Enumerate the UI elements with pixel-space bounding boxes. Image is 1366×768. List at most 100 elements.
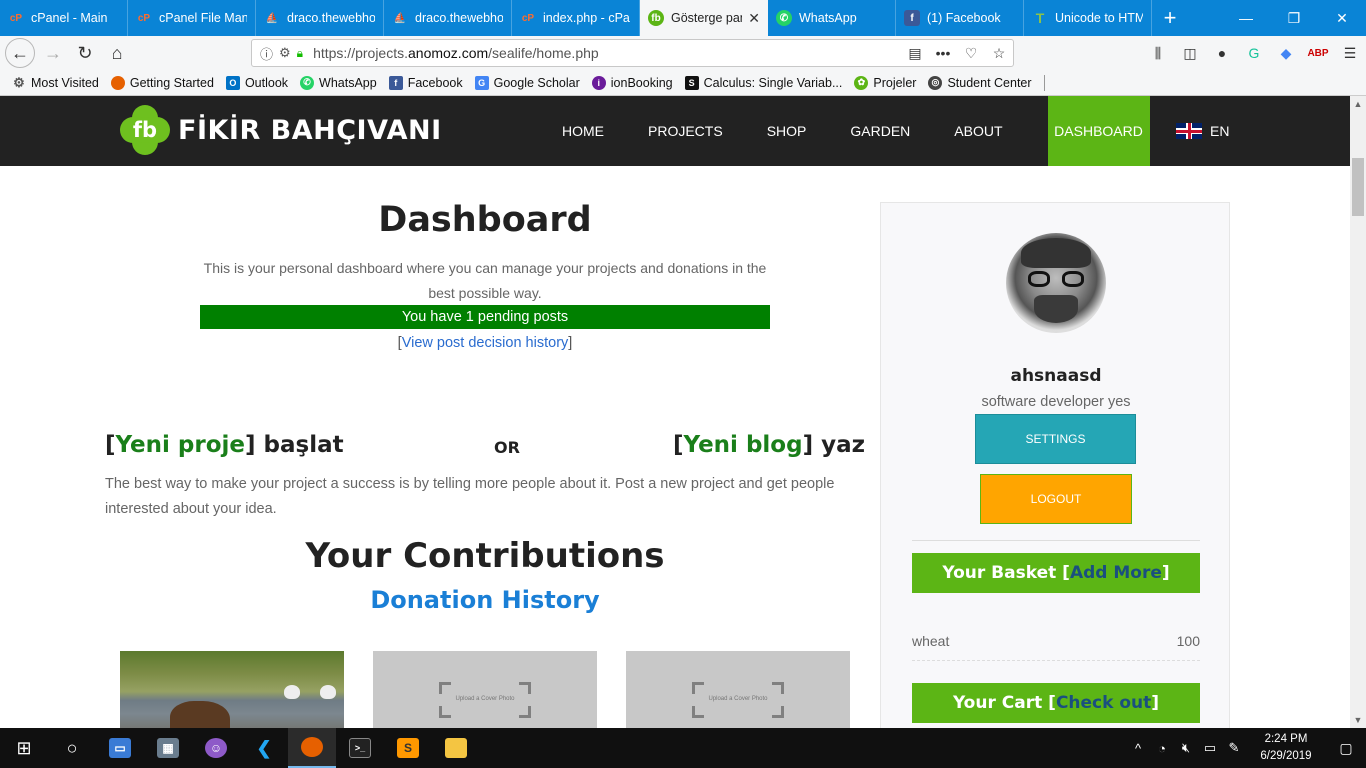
view-post-history-link[interactable]: View post decision history xyxy=(402,335,569,351)
gear-icon: ⚙ xyxy=(13,74,25,90)
check-out-link[interactable]: Check out xyxy=(1056,693,1151,713)
menu-home[interactable]: HOME xyxy=(540,96,626,166)
add-more-link[interactable]: Add More xyxy=(1070,563,1162,583)
photos-icon[interactable]: ▦ xyxy=(144,728,192,768)
close-tab-icon[interactable]: ✕ xyxy=(748,10,760,27)
firefox-taskbar-icon[interactable] xyxy=(288,728,336,768)
vscode-icon[interactable]: ❮ xyxy=(240,728,288,768)
menu-icon[interactable]: ☰ xyxy=(1334,45,1366,62)
windows-start-icon[interactable]: ⊞ xyxy=(0,728,48,768)
info-icon[interactable]: ⓘ xyxy=(260,44,273,63)
menu-shop[interactable]: SHOP xyxy=(745,96,829,166)
forward-arrow-icon[interactable]: → xyxy=(37,37,69,69)
github-desktop-icon[interactable]: ☺ xyxy=(192,728,240,768)
notifications-icon[interactable]: ▢ xyxy=(1326,740,1366,757)
bookmark-outlook[interactable]: O Outlook xyxy=(225,75,288,90)
tray-chevron-icon[interactable]: ^ xyxy=(1126,741,1150,756)
permissions-icon[interactable]: ⚙ xyxy=(279,45,291,61)
donation-history-title[interactable]: Donation History xyxy=(100,586,870,614)
volume-mute-icon[interactable]: 🔇︎ xyxy=(1174,740,1198,756)
scroll-thumb[interactable] xyxy=(1352,158,1364,216)
tab-gosterge-paneli[interactable]: fb Gösterge pan ✕ xyxy=(640,0,768,36)
taskbar-clock[interactable]: 2:24 PM 6/29/2019 xyxy=(1246,731,1326,765)
site-logo[interactable]: fb FİKİR BAHÇIVANI xyxy=(120,105,442,155)
wifi-icon[interactable]: ◔ xyxy=(1150,741,1174,756)
site-header: fb FİKİR BAHÇIVANI HOME PROJECTS SHOP GA… xyxy=(0,96,1350,166)
avatar xyxy=(1006,233,1106,333)
scroll-up-icon[interactable]: ▲ xyxy=(1350,96,1366,112)
donation-card-photo[interactable] xyxy=(120,651,344,728)
page-scrollbar[interactable]: ▲ ▼ xyxy=(1350,96,1366,728)
bookmark-projeler[interactable]: ✿ Projeler xyxy=(854,75,916,90)
back-arrow-icon[interactable]: ← xyxy=(5,38,35,68)
menu-garden[interactable]: GARDEN xyxy=(828,96,932,166)
reader-view-icon[interactable]: ▤ xyxy=(901,45,929,62)
new-project-link[interactable]: Yeni proje xyxy=(116,432,246,458)
minimize-icon[interactable]: — xyxy=(1222,0,1270,36)
url-text[interactable]: https://projects.anomoz.com/sealife/home… xyxy=(313,45,901,61)
window-controls: — ❐ ✕ xyxy=(1222,0,1366,36)
battery-icon[interactable]: ▭ xyxy=(1198,740,1222,756)
sidebar-icon[interactable]: ◫ xyxy=(1174,45,1206,62)
bookmark-star-icon[interactable]: ☆ xyxy=(985,45,1013,62)
menu-dashboard[interactable]: DASHBOARD xyxy=(1047,96,1150,166)
facebook-icon: f xyxy=(904,10,920,26)
tab-draco-2[interactable]: ⛵ draco.thewebho xyxy=(384,0,512,36)
basket-item-row: wheat 100 xyxy=(912,621,1200,661)
home-icon[interactable]: ⌂ xyxy=(101,37,133,69)
pocket-icon[interactable]: ♡ xyxy=(957,45,985,62)
bookmark-calculus[interactable]: S Calculus: Single Variab... xyxy=(684,75,842,90)
tab-draco-1[interactable]: ⛵ draco.thewebho xyxy=(256,0,384,36)
account-icon[interactable]: ● xyxy=(1206,45,1238,61)
menu-projects[interactable]: PROJECTS xyxy=(626,96,745,166)
restore-icon[interactable]: ❐ xyxy=(1270,0,1318,36)
tab-cpanel-main[interactable]: cP cPanel - Main xyxy=(0,0,128,36)
tab-whatsapp[interactable]: ✆ WhatsApp xyxy=(768,0,896,36)
language-label: EN xyxy=(1210,123,1230,139)
donation-card-placeholder[interactable]: Upload a Cover Photo xyxy=(373,651,597,728)
tab-facebook[interactable]: f (1) Facebook xyxy=(896,0,1024,36)
file-explorer-icon[interactable] xyxy=(432,728,480,768)
scholar-extension-icon[interactable]: ◆ xyxy=(1270,45,1302,62)
logout-button[interactable]: LOGOUT xyxy=(980,474,1132,524)
menu-about[interactable]: ABOUT xyxy=(932,96,1024,166)
tab-index-php[interactable]: cP index.php - cPa xyxy=(512,0,640,36)
whatsapp-icon: ✆ xyxy=(300,75,315,90)
library-icon[interactable]: ⫼ xyxy=(1142,45,1174,62)
bookmark-google-scholar[interactable]: G Google Scholar xyxy=(474,75,580,90)
grammarly-icon[interactable]: G xyxy=(1238,45,1270,61)
bear-shape xyxy=(170,701,230,728)
settings-button[interactable]: SETTINGS xyxy=(975,414,1136,464)
toolbar-icons: ⫼ ◫ ● G ◆ ABP ☰ xyxy=(1142,36,1366,70)
cortana-search-icon[interactable]: ○ xyxy=(48,728,96,768)
tab-cpanel-file-manager[interactable]: cP cPanel File Mana xyxy=(128,0,256,36)
tab-unicode-to-html[interactable]: T Unicode to HTM xyxy=(1024,0,1152,36)
bookmark-most-visited[interactable]: ⚙ Most Visited xyxy=(12,74,99,90)
page-actions-icon[interactable]: ••• xyxy=(929,45,957,61)
address-bar[interactable]: ⓘ ⚙ 🔒︎ https://projects.anomoz.com/seali… xyxy=(251,39,1014,67)
new-tab-button[interactable]: + xyxy=(1152,0,1188,36)
bookmark-facebook[interactable]: f Facebook xyxy=(388,75,463,90)
scroll-down-icon[interactable]: ▼ xyxy=(1350,712,1366,728)
firefox-icon xyxy=(110,75,125,90)
avatar-hair xyxy=(1021,238,1091,268)
terminal-icon[interactable]: >_ xyxy=(336,728,384,768)
tab-title: Unicode to HTM xyxy=(1055,11,1143,25)
reload-icon[interactable]: ↻ xyxy=(69,37,101,69)
bookmark-whatsapp[interactable]: ✆ WhatsApp xyxy=(300,75,377,90)
write-blog: [Yeni blog] yaz xyxy=(673,432,865,458)
donation-card-placeholder[interactable]: Upload a Cover Photo xyxy=(626,651,850,728)
bookmark-getting-started[interactable]: Getting Started xyxy=(110,75,214,90)
close-window-icon[interactable]: ✕ xyxy=(1318,0,1366,36)
fb-gear-icon: fb xyxy=(648,10,664,26)
adblock-icon[interactable]: ABP xyxy=(1302,48,1334,59)
new-blog-link[interactable]: Yeni blog xyxy=(684,432,803,458)
ship-icon: ⛵ xyxy=(265,12,279,24)
language-switcher[interactable]: EN xyxy=(1176,96,1229,166)
pen-icon[interactable]: ✎ xyxy=(1222,740,1246,756)
sublime-icon[interactable]: S xyxy=(384,728,432,768)
bookmark-ionbooking[interactable]: i ionBooking xyxy=(591,75,673,90)
bookmark-student-center[interactable]: ◎ Student Center xyxy=(928,75,1032,90)
tab-title: (1) Facebook xyxy=(927,11,1001,25)
this-pc-icon[interactable]: ▭ xyxy=(96,728,144,768)
